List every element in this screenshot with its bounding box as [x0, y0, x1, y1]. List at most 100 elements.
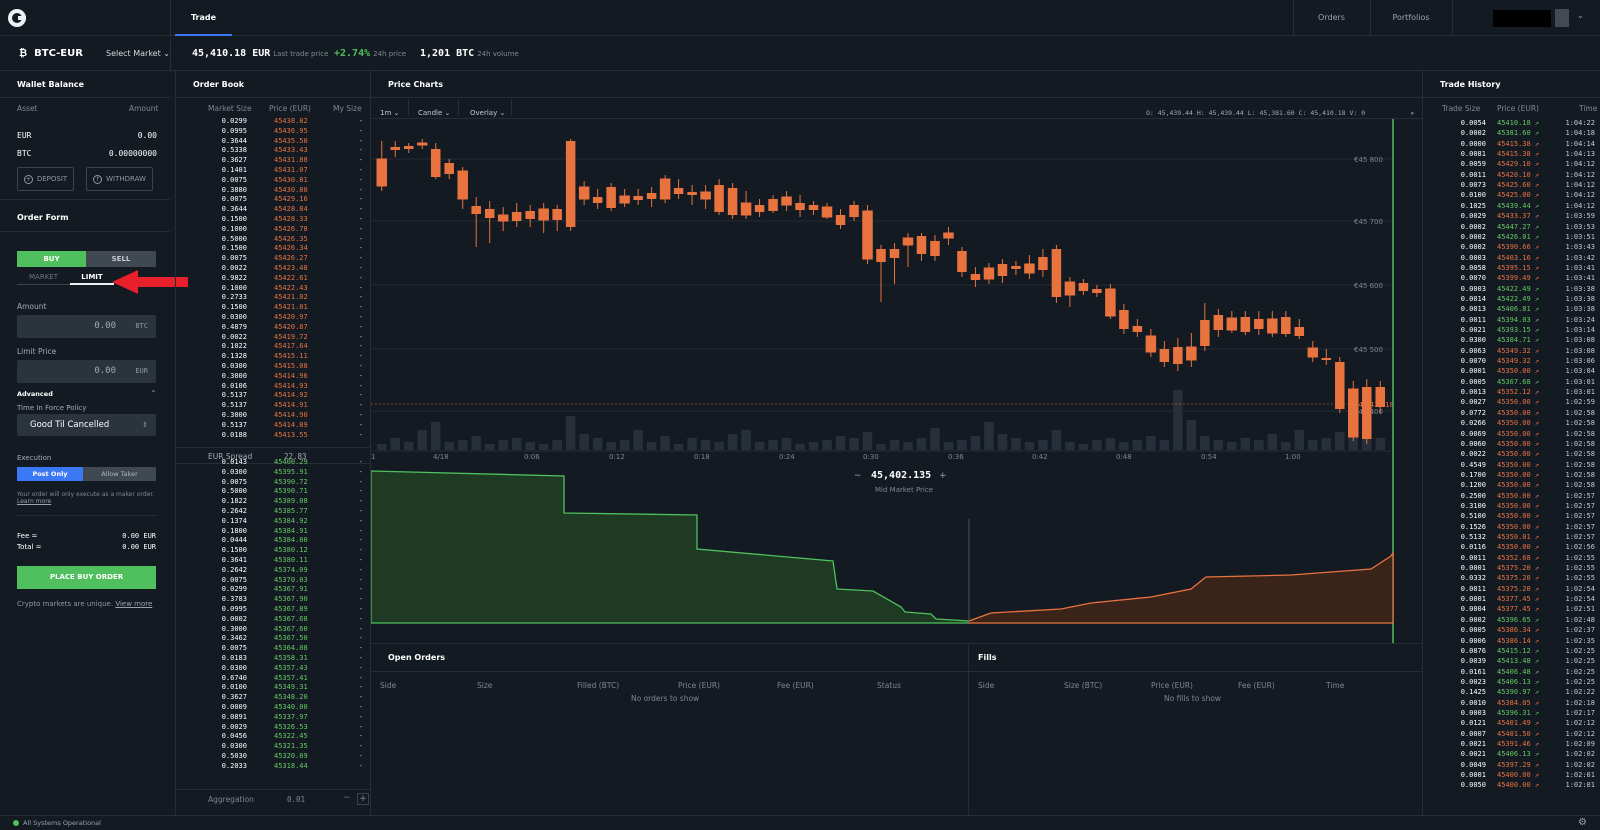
order-book-row[interactable]: 0.1401 45431.07 -	[176, 165, 371, 175]
order-book-row[interactable]: 0.0002 45367.68 -	[176, 614, 371, 624]
order-book-row[interactable]: 0.1500 45426.34 -	[176, 243, 371, 253]
chart-canvas[interactable]: €45 400€45 500€45 600€45 700€45 800€45 4…	[371, 119, 1422, 643]
order-book-row[interactable]: 0.5030 45320.09 -	[176, 751, 371, 761]
order-book-row[interactable]: 0.5000 45426.35 -	[176, 234, 371, 244]
allow-taker-button[interactable]: Allow Taker	[83, 467, 156, 481]
aggregation-plus-button[interactable]: +	[357, 793, 369, 805]
order-book-row[interactable]: 0.3000 45367.60 -	[176, 624, 371, 634]
divider	[458, 99, 459, 115]
account-name-redacted[interactable]	[1493, 10, 1551, 27]
gear-icon[interactable]: ⚙	[1578, 817, 1587, 828]
order-book-row[interactable]: 0.0891 45337.97 -	[176, 712, 371, 722]
order-book-row[interactable]: 0.1800 45384.91 -	[176, 526, 371, 536]
order-book-row[interactable]: 0.1500 45428.33 -	[176, 214, 371, 224]
market-order-tab[interactable]: MARKET	[17, 270, 70, 285]
order-book-row[interactable]: 0.0299 45438.82 -	[176, 116, 371, 126]
order-book-row[interactable]: 0.5137 45414.92 -	[176, 390, 371, 400]
avatar[interactable]	[1555, 9, 1569, 27]
order-book-row[interactable]: 0.5137 45414.89 -	[176, 420, 371, 430]
withdraw-button[interactable]: ↑ WITHDRAW	[86, 167, 153, 191]
chevron-down-icon[interactable]: ⌄	[1577, 11, 1584, 20]
view-more-link[interactable]: View more	[115, 600, 152, 608]
trade-price: 45350.00 ↗	[1497, 367, 1540, 376]
order-book-row[interactable]: 0.5000 45390.71 -	[176, 486, 371, 496]
order-book-row[interactable]: 0.3627 45348.20 -	[176, 692, 371, 702]
order-book-row[interactable]: 0.0075 45370.03 -	[176, 575, 371, 585]
nav-portfolios-link[interactable]: Portfolios	[1370, 0, 1452, 36]
order-book-row[interactable]: 0.3880 45430.80 -	[176, 185, 371, 195]
order-book-row[interactable]: 0.0075 45430.81 -	[176, 175, 371, 185]
order-book-row[interactable]: 0.0022 45423.48 -	[176, 263, 371, 273]
order-book-row[interactable]: 0.3641 45380.11 -	[176, 555, 371, 565]
sell-tab[interactable]: SELL	[86, 251, 156, 267]
order-book-row[interactable]: 0.2642 45374.09 -	[176, 565, 371, 575]
order-book-row[interactable]: 0.0456 45322.45 -	[176, 731, 371, 741]
order-book-row[interactable]: 0.0106 45414.93 -	[176, 381, 371, 391]
order-book-row[interactable]: 0.3000 45414.90 -	[176, 410, 371, 420]
order-book-row[interactable]: 0.0300 45415.08 -	[176, 361, 371, 371]
order-book-row[interactable]: 0.3000 45414.96 -	[176, 371, 371, 381]
order-book-row[interactable]: 0.0188 45413.55 -	[176, 430, 371, 440]
order-book-row[interactable]: 0.5338 45433.43 -	[176, 145, 371, 155]
order-book-row[interactable]: 0.1000 45422.43 -	[176, 283, 371, 293]
order-book-row[interactable]: 0.0300 45321.35 -	[176, 741, 371, 751]
learn-more-link[interactable]: Learn more	[17, 498, 51, 505]
order-book-row[interactable]: 0.0075 45390.72 -	[176, 477, 371, 487]
order-book-row[interactable]: 0.2733 45421.02 -	[176, 292, 371, 302]
post-only-button[interactable]: Post Only	[17, 467, 83, 481]
status-text[interactable]: All Systems Operational	[23, 819, 101, 827]
order-book-row[interactable]: 0.0300 45395.91 -	[176, 467, 371, 477]
order-book-row[interactable]: 0.3783 45367.90 -	[176, 594, 371, 604]
depth-zoom-in-button[interactable]: +	[939, 471, 947, 481]
tab-trade[interactable]: Trade	[175, 0, 232, 36]
depth-zoom-out-button[interactable]: −	[854, 471, 862, 481]
order-book-row[interactable]: 0.1500 45380.12 -	[176, 545, 371, 555]
order-book-row[interactable]: 0.0075 45429.16 -	[176, 194, 371, 204]
order-book-row[interactable]: 0.3644 45428.84 -	[176, 204, 371, 214]
order-book-row[interactable]: 0.3644 45435.50 -	[176, 136, 371, 146]
order-book-row[interactable]: 0.6740 45357.41 -	[176, 673, 371, 683]
order-book-row[interactable]: 0.2033 45318.44 -	[176, 761, 371, 771]
deposit-button[interactable]: + DEPOSIT	[17, 167, 74, 191]
order-book-row[interactable]: 0.0444 45384.00 -	[176, 535, 371, 545]
order-book-row[interactable]: 0.0009 45340.00 -	[176, 702, 371, 712]
order-book-row[interactable]: 0.1500 45421.01 -	[176, 302, 371, 312]
chevron-up-icon[interactable]: ⌃	[150, 389, 157, 398]
order-book-row[interactable]: 0.3627 45431.88 -	[176, 155, 371, 165]
time-in-force-select[interactable]: Good Til Cancelled ⇕	[17, 414, 156, 436]
order-book-row[interactable]: 0.1822 45389.08 -	[176, 496, 371, 506]
order-book-row[interactable]: 0.0299 45367.91 -	[176, 584, 371, 594]
limit-price-input[interactable]: 0.00 EUR	[17, 360, 156, 383]
candle-body	[646, 193, 657, 199]
order-book-row[interactable]: 0.1328 45415.11 -	[176, 351, 371, 361]
order-book-row[interactable]: 0.0100 45349.31 -	[176, 682, 371, 692]
order-book-row[interactable]: 0.5137 45414.91 -	[176, 400, 371, 410]
aggregation-minus-button[interactable]: −	[343, 793, 351, 803]
order-book-row[interactable]: 0.0995 45367.89 -	[176, 604, 371, 614]
order-book-row[interactable]: 0.9822 45422.61 -	[176, 273, 371, 283]
order-book-row[interactable]: 0.0075 45364.08 -	[176, 643, 371, 653]
order-book-row[interactable]: 0.1374 45384.92 -	[176, 516, 371, 526]
order-book-row[interactable]: 0.1000 45426.78 -	[176, 224, 371, 234]
order-book-row[interactable]: 0.0075 45426.27 -	[176, 253, 371, 263]
order-book-row[interactable]: 0.1022 45417.64 -	[176, 341, 371, 351]
coinbase-logo-icon[interactable]	[8, 9, 26, 27]
buy-tab[interactable]: BUY	[17, 251, 86, 267]
order-book-row[interactable]: 0.2642 45385.77 -	[176, 506, 371, 516]
order-book-row[interactable]: 0.4879 45420.87 -	[176, 322, 371, 332]
order-book-row[interactable]: 0.0183 45358.31 -	[176, 653, 371, 663]
order-book-row[interactable]: 0.0995 45436.95 -	[176, 126, 371, 136]
order-book-row[interactable]: 0.0300 45420.97 -	[176, 312, 371, 322]
order-book-row[interactable]: 0.0022 45419.72 -	[176, 332, 371, 342]
order-book-row[interactable]: 0.3462 45367.50 -	[176, 633, 371, 643]
order-book-row[interactable]: 0.0029 45326.53 -	[176, 722, 371, 732]
trade-time: 1:02:58	[1565, 470, 1595, 479]
select-market-dropdown[interactable]: Select Market ⌄	[106, 49, 170, 58]
order-book-row[interactable]: 0.0300 45357.43 -	[176, 663, 371, 673]
advanced-toggle[interactable]: Advanced	[17, 390, 53, 398]
order-book-row[interactable]: 0.0143 45400.29 -	[176, 457, 371, 467]
limit-order-tab[interactable]: LIMIT	[70, 270, 114, 285]
place-buy-order-button[interactable]: PLACE BUY ORDER	[17, 566, 156, 589]
amount-input[interactable]: 0.00 BTC	[17, 315, 156, 338]
nav-orders-link[interactable]: Orders	[1293, 0, 1370, 36]
